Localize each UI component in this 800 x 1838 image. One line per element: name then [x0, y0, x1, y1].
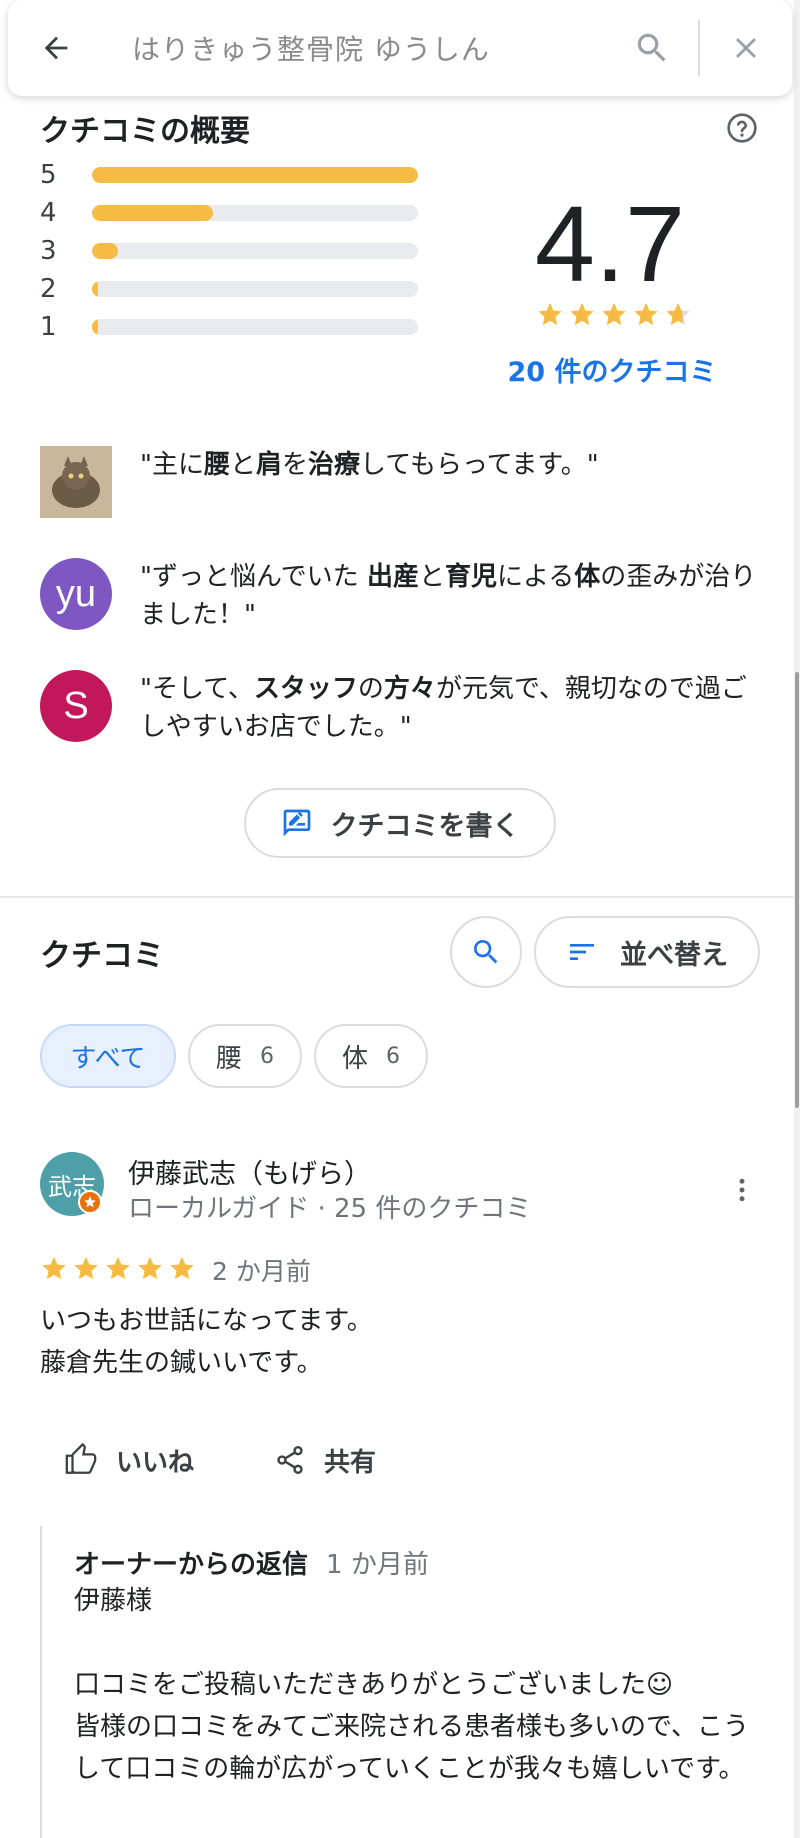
- owner-reply-body: 伊藤様 口コミをご投稿いただきありがとうございました☺ 皆様の口コミをみてご来院…: [74, 1586, 749, 1784]
- help-icon[interactable]: [726, 112, 758, 144]
- snippet-text: "そして、スタッフの方々が元気で、親切なので過ごしやすいお店でした。": [140, 674, 747, 742]
- star-icon: [666, 302, 690, 326]
- filter-chip[interactable]: すべて: [40, 1024, 176, 1088]
- rating-bar-fill: [92, 281, 98, 297]
- rating-bar-label: 5: [40, 160, 57, 190]
- write-review-button[interactable]: クチコミを書く: [244, 788, 556, 858]
- search-divider: [698, 20, 700, 76]
- rating-bar-fill: [92, 205, 213, 221]
- star-icon: [634, 302, 658, 326]
- search-icon: [474, 940, 498, 964]
- rating-bar-track: [92, 205, 418, 221]
- share-button[interactable]: 共有: [274, 1432, 376, 1488]
- rating-bar-track: [92, 319, 418, 335]
- owner-reply-date: 1 か月前: [326, 1550, 429, 1580]
- rating-bar-track: [92, 243, 418, 259]
- search-input[interactable]: はりきゅう整骨院 ゆうしん: [92, 28, 616, 68]
- review-stars: [40, 1254, 196, 1282]
- share-label: 共有: [324, 1447, 377, 1478]
- star-icon: [106, 1256, 130, 1280]
- sort-icon: [570, 944, 594, 960]
- rating-bar-3: 3: [40, 236, 418, 266]
- arrow-left-icon: [44, 36, 68, 60]
- owner-reply-header: オーナーからの返信 1 か月前: [74, 1544, 429, 1581]
- reviewer-meta: ローカルガイド · 25 件のクチコミ: [128, 1194, 532, 1224]
- star-icon: [538, 302, 562, 326]
- rating-bar-5: 5: [40, 160, 418, 190]
- chip-label: すべて: [70, 1043, 146, 1074]
- rating-bar-fill: [92, 319, 98, 335]
- rating-stars: [536, 300, 692, 328]
- snippet-avatar: S: [40, 670, 112, 742]
- filter-chip[interactable]: 腰6: [188, 1024, 302, 1088]
- rating-bar-label: 2: [40, 274, 57, 304]
- review-count-link[interactable]: 20 件のクチコミ: [490, 350, 734, 389]
- chip-count: 6: [386, 1043, 400, 1069]
- close-icon: [736, 38, 756, 58]
- rating-bar-label: 1: [40, 312, 57, 342]
- review-body-line: いつもお世話になってます。: [40, 1306, 373, 1336]
- snippet-avatar: [40, 446, 112, 518]
- star-icon: [570, 302, 594, 326]
- chip-label: 腰: [215, 1043, 242, 1074]
- share-icon: [277, 1446, 303, 1474]
- rating-bar-track: [92, 281, 418, 297]
- more-options-button[interactable]: [722, 1170, 762, 1210]
- like-label: いいね: [116, 1447, 195, 1478]
- review-snippet[interactable]: "主に腰と肩を治療してもらってます。": [40, 446, 770, 518]
- thumb-up-icon: [65, 1443, 97, 1474]
- star-icon: [84, 1196, 96, 1208]
- rating-bar-1: 1: [40, 312, 418, 342]
- reviewer-name[interactable]: 伊藤武志（もげら）: [128, 1152, 371, 1191]
- owner-reply-border: [40, 1526, 42, 1838]
- review-snippet[interactable]: yu "ずっと悩んでいた 出産と育児による体の歪みが治りました！": [40, 558, 770, 634]
- star-icon: [602, 302, 626, 326]
- rating-bar-4: 4: [40, 198, 418, 228]
- review-snippet[interactable]: S "そして、スタッフの方々が元気で、親切なので過ごしやすいお店でした。": [40, 670, 770, 746]
- owner-reply-title: オーナーからの返信: [74, 1550, 309, 1580]
- rating-bar-label: 4: [40, 198, 57, 228]
- search-icon: [637, 33, 666, 62]
- star-icon: [42, 1256, 66, 1280]
- cat-photo-avatar: [40, 446, 112, 518]
- section-divider: [0, 896, 794, 898]
- write-review-label: クチコミを書く: [330, 810, 520, 842]
- rating-bar-fill: [92, 243, 119, 259]
- review-summary-title: クチコミの概要: [40, 114, 250, 149]
- review-body-line: 藤倉先生の鍼いいです。: [40, 1348, 323, 1378]
- sort-button[interactable]: 並べ替え: [534, 916, 760, 988]
- search-bar: はりきゅう整骨院 ゆうしん: [8, 0, 792, 96]
- review-body: いつもお世話になってます。 藤倉先生の鍼いいです。: [40, 1300, 740, 1384]
- local-guide-badge: [78, 1190, 102, 1214]
- rating-bar-fill: [92, 167, 418, 183]
- chip-label: 体: [341, 1043, 368, 1074]
- search-reviews-button[interactable]: [450, 916, 522, 988]
- chip-count: 6: [260, 1043, 274, 1069]
- snippet-text: "ずっと悩んでいた 出産と育児による体の歪みが治りました！": [140, 562, 757, 630]
- star-icon: [74, 1256, 98, 1280]
- like-button[interactable]: いいね: [64, 1432, 194, 1488]
- back-button[interactable]: [20, 0, 92, 96]
- rate-review-icon: [283, 809, 310, 837]
- more-vert-icon: [739, 1178, 745, 1202]
- filter-chip[interactable]: 体6: [314, 1024, 428, 1088]
- reviews-title: クチコミ: [40, 938, 164, 974]
- rating-bar-label: 3: [40, 236, 57, 266]
- average-rating: 4.7: [534, 183, 686, 304]
- snippet-avatar: yu: [40, 558, 112, 630]
- scrollbar-thumb[interactable]: [795, 672, 799, 1108]
- review-date: 2 か月前: [212, 1257, 311, 1286]
- close-button[interactable]: [710, 0, 782, 96]
- rating-bar-track: [92, 167, 418, 183]
- star-icon: [138, 1256, 162, 1280]
- star-icon: [170, 1256, 194, 1280]
- sort-label: 並べ替え: [620, 939, 728, 971]
- snippet-text: "主に腰と肩を治療してもらってます。": [140, 450, 599, 480]
- rating-bar-2: 2: [40, 274, 418, 304]
- search-button[interactable]: [616, 0, 688, 96]
